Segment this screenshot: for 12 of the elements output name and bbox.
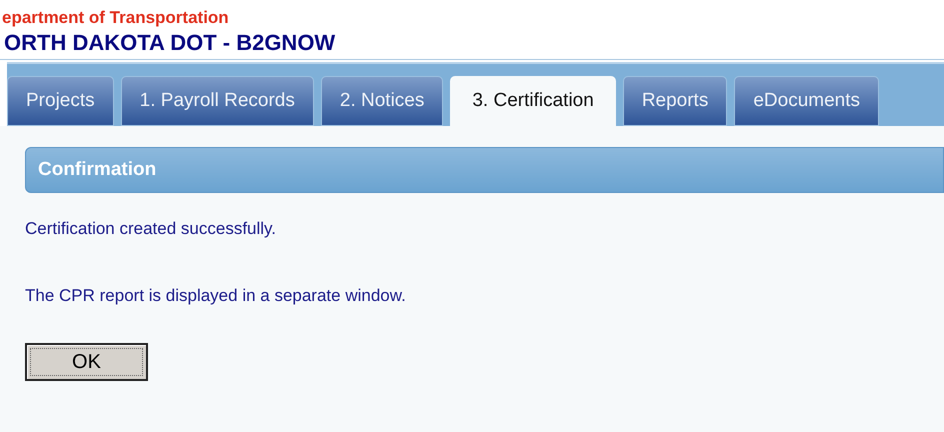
agency-name: epartment of Transportation: [2, 8, 229, 28]
ok-button[interactable]: OK: [25, 343, 148, 381]
tab[interactable]: eDocuments: [734, 76, 880, 126]
tab[interactable]: Reports: [622, 76, 728, 126]
message-text: Certification created successfully.: [25, 219, 278, 239]
panel-title: Confirmation: [38, 158, 156, 182]
message-text: The CPR report is displayed in a separate window.: [25, 286, 407, 306]
tab[interactable]: 2. Notices: [320, 76, 444, 126]
tab[interactable]: Projects: [7, 76, 114, 126]
tab[interactable]: 1. Payroll Records: [120, 76, 314, 126]
site-title: ORTH DAKOTA DOT - B2GNOW: [4, 30, 336, 56]
tab[interactable]: 3. Certification: [450, 76, 616, 126]
